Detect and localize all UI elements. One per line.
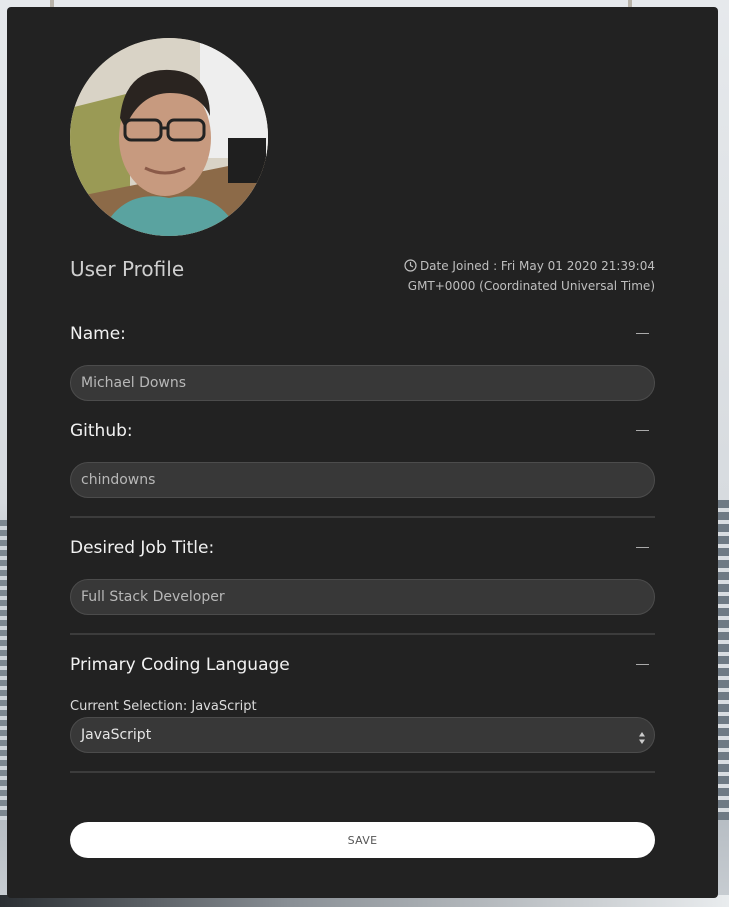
job-title-label: Desired Job Title: [70, 538, 215, 558]
profile-card: User Profile Date Joined : Fri May 01 20… [7, 7, 718, 898]
language-label: Primary Coding Language [70, 655, 290, 675]
name-collapse-icon[interactable] [636, 333, 649, 334]
date-joined: Date Joined : Fri May 01 2020 21:39:04 G… [404, 257, 655, 295]
job-title-collapse-icon[interactable] [636, 547, 649, 548]
github-label: Github: [70, 421, 133, 441]
github-input[interactable] [70, 462, 655, 498]
profile-header: User Profile Date Joined : Fri May 01 20… [70, 257, 655, 297]
clock-icon [404, 259, 417, 277]
language-select[interactable]: JavaScript [70, 717, 655, 753]
name-input[interactable] [70, 365, 655, 401]
name-label: Name: [70, 324, 126, 344]
current-selection-text: Current Selection: JavaScript [70, 699, 257, 714]
date-joined-line2: GMT+0000 (Coordinated Universal Time) [407, 279, 655, 293]
save-button[interactable]: SAVE [70, 822, 655, 858]
divider [70, 516, 655, 518]
select-arrows-icon [639, 729, 645, 744]
divider [70, 633, 655, 635]
background-city-right [717, 500, 729, 820]
language-collapse-icon[interactable] [636, 664, 649, 665]
date-joined-line1: Date Joined : Fri May 01 2020 21:39:04 [419, 259, 655, 273]
job-title-input[interactable] [70, 579, 655, 615]
github-collapse-icon[interactable] [636, 430, 649, 431]
avatar [70, 38, 268, 236]
language-select-value: JavaScript [81, 727, 152, 743]
page-title: User Profile [70, 257, 185, 281]
divider [70, 771, 655, 773]
